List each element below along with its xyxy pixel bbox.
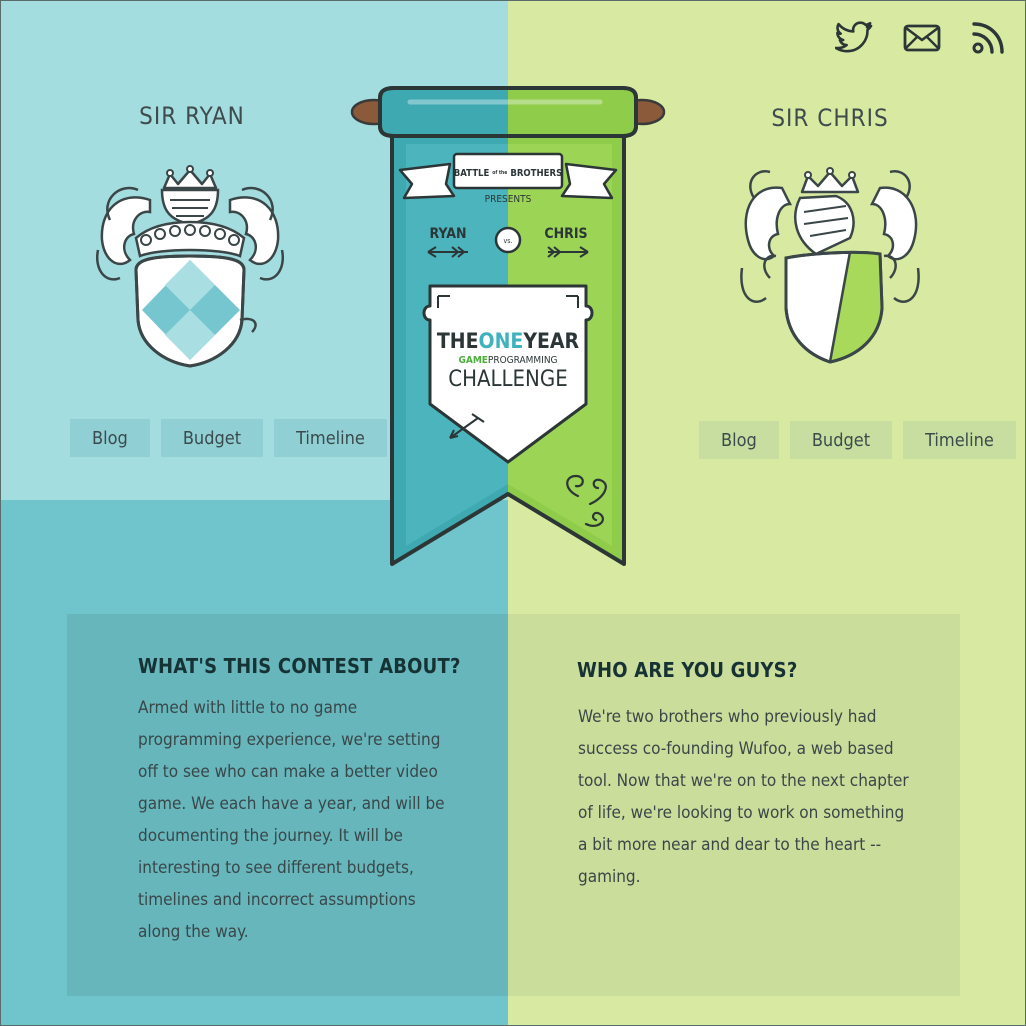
ryan-tabs: Blog Budget Timeline <box>70 419 387 457</box>
chris-tab-budget[interactable]: Budget <box>789 421 893 459</box>
who-line: We're two brothers who previously had <box>578 707 877 727</box>
who-line: success co-founding Wufoo, a web based <box>578 739 894 759</box>
who-title: WHO ARE YOU GUYS? <box>577 658 798 682</box>
svg-text:GAMEPROGRAMMING: GAMEPROGRAMMING <box>458 355 557 366</box>
about-line: documenting the journey. It will be <box>138 826 403 846</box>
about-line: along the way. <box>138 922 249 942</box>
twitter-link[interactable] <box>834 18 874 58</box>
title-challenge: CHALLENGE <box>448 367 567 392</box>
chris-coat-of-arms-icon <box>740 167 920 364</box>
title-year: YEAR <box>522 329 579 353</box>
player1-label: RYAN <box>429 226 466 242</box>
chris-tab-blog[interactable]: Blog <box>699 421 779 459</box>
who-line: a bit more near and dear to the heart -- <box>578 835 882 855</box>
brand-of-the: of the <box>492 170 507 176</box>
who-line: gaming. <box>578 867 641 887</box>
brand-brothers: BROTHERS <box>510 168 562 179</box>
mail-link[interactable] <box>902 18 942 58</box>
who-line: tool. Now that we're on to the next chap… <box>578 771 909 791</box>
player2-label: CHRIS <box>544 226 587 242</box>
brand-battle: BATTLE <box>454 168 490 179</box>
about-body: Armed with little to no game programming… <box>138 692 478 948</box>
chris-tab-timeline[interactable]: Timeline <box>903 421 1016 459</box>
about-line: timelines and incorrect assumptions <box>138 890 416 910</box>
who-line: of life, we're looking to work on someth… <box>578 803 905 823</box>
rss-icon <box>972 22 1004 54</box>
rss-link[interactable] <box>968 18 1008 58</box>
about-line: Armed with little to no game <box>138 698 358 718</box>
chris-name: SIR CHRIS <box>771 104 889 132</box>
ryan-coat-of-arms-icon <box>95 165 285 368</box>
about-line: interesting to see different budgets, <box>138 858 414 878</box>
about-line: programming experience, we're setting <box>138 730 441 750</box>
svg-text:THEONEYEAR: THEONEYEAR <box>437 329 580 353</box>
presents-label: PRESENTS <box>485 194 532 205</box>
chris-tabs: Blog Budget Timeline <box>699 421 1016 459</box>
who-body: We're two brothers who previously had su… <box>578 701 938 893</box>
about-line: off to see who can make a better video <box>138 762 438 782</box>
subtitle-game: GAME <box>458 355 487 366</box>
ryan-name: SIR RYAN <box>139 102 245 130</box>
ryan-tab-budget[interactable]: Budget <box>160 419 264 457</box>
twitter-icon <box>835 21 873 53</box>
title-the: THE <box>437 329 479 353</box>
mail-icon <box>903 24 941 52</box>
title-one: ONE <box>479 329 524 353</box>
about-title: WHAT'S THIS CONTEST ABOUT? <box>138 654 461 678</box>
challenge-banner: BATTLE of the BROTHERS PRESENTS RYAN CHR… <box>350 86 666 566</box>
subtitle-programming: PROGRAMMING <box>488 355 558 366</box>
ryan-tab-blog[interactable]: Blog <box>70 419 150 457</box>
about-line: game. We each have a year, and will be <box>138 794 445 814</box>
vs-label: vs. <box>503 237 512 245</box>
